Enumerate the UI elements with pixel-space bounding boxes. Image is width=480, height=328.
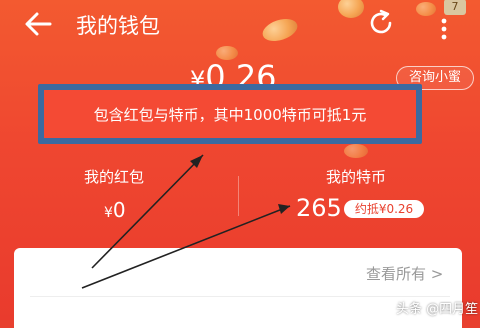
annotation-arrow-line-1 [91,154,204,269]
annotation-arrowhead-2 [278,204,290,214]
annotation-arrows [81,154,291,289]
watermark: 头条 @四月笙 [396,302,479,317]
